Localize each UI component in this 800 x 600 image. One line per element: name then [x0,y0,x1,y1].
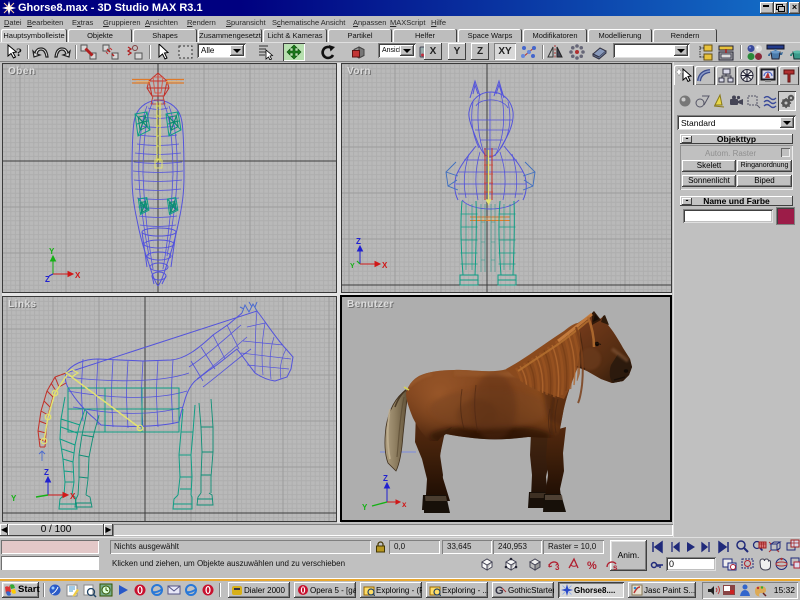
svg-text:x: x [402,500,407,509]
svg-text:Z: Z [44,468,49,477]
svg-text:%: % [587,560,597,572]
svg-text:Y: Y [362,503,368,512]
svg-text:Y: Y [350,263,355,270]
svg-text:Z: Z [356,237,361,246]
svg-text:3: 3 [555,563,560,572]
svg-text:X: X [70,492,76,501]
svg-text:Y: Y [11,494,17,503]
svg-text:Z: Z [383,474,388,483]
svg-text:s: s [613,563,618,572]
svg-text:?: ? [16,45,22,59]
svg-text:X: X [382,261,388,270]
svg-text:Y: Y [49,247,55,256]
svg-text:G: G [495,585,504,596]
svg-text:X: X [75,271,81,280]
